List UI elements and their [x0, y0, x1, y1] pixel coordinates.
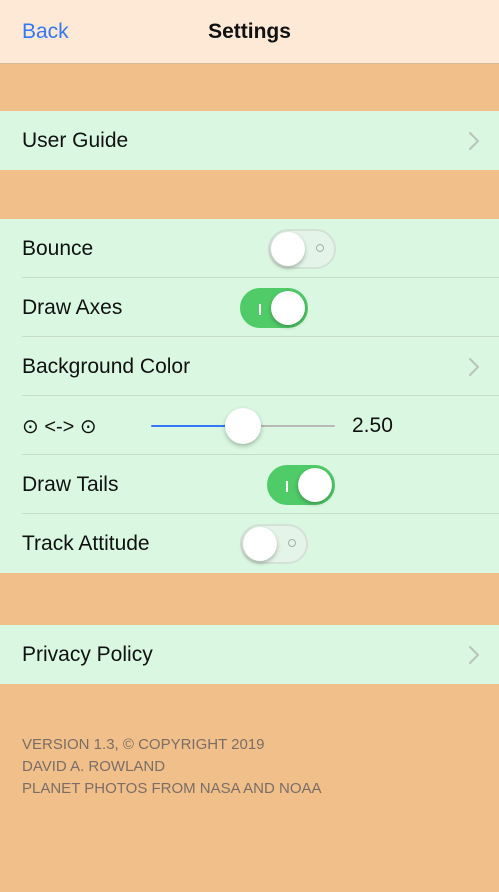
- toggle-off-indicator-icon: [288, 539, 296, 547]
- slider-value: 2.50: [352, 414, 393, 437]
- toggle-knob: [243, 527, 277, 561]
- toggle-knob: [271, 232, 305, 266]
- bounce-toggle[interactable]: [268, 229, 336, 269]
- draw-axes-row: Draw Axes: [0, 278, 499, 337]
- navigation-bar: Back Settings: [0, 0, 499, 64]
- bounce-label: Bounce: [22, 237, 94, 260]
- draw-tails-label: Draw Tails: [22, 473, 119, 496]
- guide-section: User Guide: [0, 111, 499, 170]
- draw-axes-toggle[interactable]: [240, 288, 308, 328]
- toggle-knob: [298, 468, 332, 502]
- user-guide-row[interactable]: User Guide: [0, 111, 499, 170]
- draw-tails-row: Draw Tails: [0, 455, 499, 514]
- privacy-policy-label: Privacy Policy: [22, 643, 153, 666]
- toggle-knob: [271, 291, 305, 325]
- version-line: VERSION 1.3, © COPYRIGHT 2019: [22, 736, 265, 753]
- slider-thumb[interactable]: [225, 408, 261, 444]
- toggle-on-indicator-icon: [259, 304, 261, 315]
- track-attitude-row: Track Attitude: [0, 514, 499, 573]
- draw-axes-label: Draw Axes: [22, 296, 123, 319]
- credits-line: PLANET PHOTOS FROM NASA AND NOAA: [22, 780, 322, 797]
- privacy-policy-row[interactable]: Privacy Policy: [0, 625, 499, 684]
- footer-text: VERSION 1.3, © COPYRIGHT 2019 DAVID A. R…: [22, 734, 322, 800]
- slider-label: ⊙ <-> ⊙: [22, 416, 97, 438]
- bounce-row: Bounce: [0, 219, 499, 278]
- chevron-right-icon: [468, 131, 480, 151]
- track-attitude-toggle[interactable]: [240, 524, 308, 564]
- privacy-section: Privacy Policy: [0, 625, 499, 684]
- page-title: Settings: [208, 20, 291, 43]
- background-color-row[interactable]: Background Color: [0, 337, 499, 396]
- chevron-right-icon: [468, 645, 480, 665]
- user-guide-label: User Guide: [22, 129, 129, 152]
- slider-row: ⊙ <-> ⊙ 2.50: [0, 396, 499, 455]
- toggle-off-indicator-icon: [316, 244, 324, 252]
- draw-tails-toggle[interactable]: [267, 465, 335, 505]
- toggle-on-indicator-icon: [286, 481, 288, 492]
- track-attitude-label: Track Attitude: [22, 532, 150, 555]
- author-line: DAVID A. ROWLAND: [22, 758, 166, 775]
- options-section: Bounce Draw Axes Background Color ⊙ <-> …: [0, 219, 499, 573]
- background-color-label: Background Color: [22, 355, 191, 378]
- chevron-right-icon: [468, 357, 480, 377]
